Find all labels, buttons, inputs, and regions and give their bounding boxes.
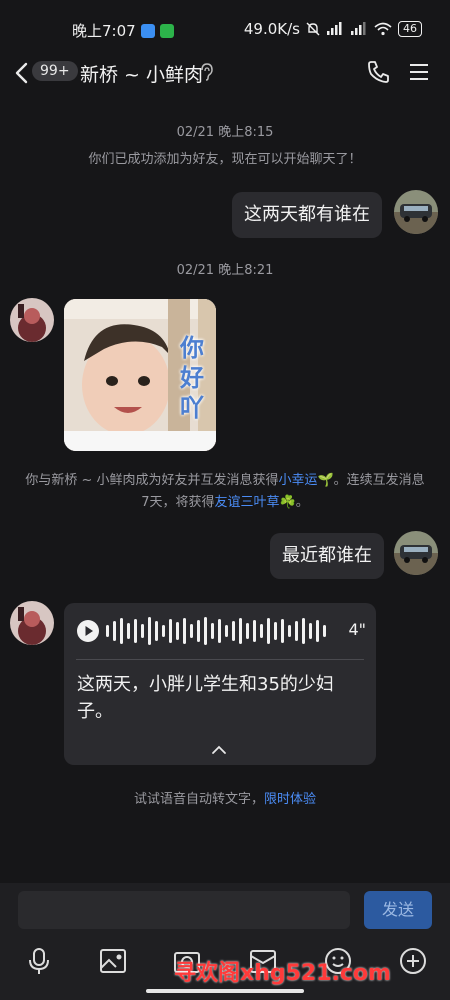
voice-duration: 4" <box>348 620 366 639</box>
gallery-app-icon <box>140 23 155 38</box>
message-input[interactable] <box>18 891 350 929</box>
unread-badge[interactable]: 99+ <box>32 61 78 81</box>
voice-message[interactable]: 4" 这两天，小胖儿学生和35的少妇子。 <box>64 603 376 765</box>
chat-title: 新桥 ~ 小鲜肉 <box>80 64 203 86</box>
my-avatar[interactable] <box>394 190 438 234</box>
message-bubble-outgoing[interactable]: 这两天都有谁在 <box>232 192 382 238</box>
sticker-image[interactable]: 你好吖 <box>64 299 216 451</box>
chat-header: 99+ 新桥 ~ 小鲜肉 <box>0 52 450 98</box>
sticker-text: 你好吖 <box>180 334 204 422</box>
wifi-icon <box>374 22 392 36</box>
status-right: 49.0K/s 46 <box>244 20 422 38</box>
friendship-clover-link[interactable]: 友谊三叶草☘️ <box>215 495 296 510</box>
message-bubble-outgoing[interactable]: 最近都谁在 <box>270 533 384 579</box>
little-luck-link[interactable]: 小幸运🌱 <box>278 473 333 488</box>
mute-icon <box>306 22 320 36</box>
mic-icon[interactable] <box>24 946 54 976</box>
watermark: 寻欢阁xhg521.com <box>174 961 391 986</box>
trial-link[interactable]: 限时体验 <box>264 792 316 807</box>
image-icon[interactable] <box>98 946 128 976</box>
ear-icon <box>201 63 213 81</box>
my-avatar[interactable] <box>394 531 438 575</box>
timestamp: 02/21 晚上8:21 <box>176 263 274 278</box>
waveform-icon <box>106 617 326 645</box>
status-left: 晚上7:07 <box>72 20 174 41</box>
wechat-app-icon <box>159 23 174 38</box>
plus-icon[interactable] <box>398 946 428 976</box>
phone-icon[interactable] <box>366 59 392 85</box>
play-icon[interactable] <box>76 619 100 643</box>
voice-divider <box>76 659 364 660</box>
contact-avatar[interactable] <box>10 298 54 342</box>
menu-icon[interactable] <box>408 61 430 83</box>
system-message-streak: 你与新桥 ~ 小鲜肉成为好友并互发消息获得小幸运🌱。连续互发消息7天，将获得友谊… <box>25 473 425 510</box>
home-indicator[interactable] <box>146 989 304 993</box>
battery-indicator: 46 <box>398 21 422 37</box>
voice-transcript: 这两天，小胖儿学生和35的少妇子。 <box>77 674 334 722</box>
network-speed: 49.0K/s <box>243 20 300 38</box>
signal-icon <box>327 22 342 35</box>
contact-avatar[interactable] <box>10 601 54 645</box>
system-message-added: 你们已成功添加为好友，现在可以开始聊天了！ <box>88 152 362 167</box>
timestamp: 02/21 晚上8:15 <box>176 125 274 140</box>
transcribe-hint: 试试语音自动转文字，限时体验 <box>133 792 317 807</box>
collapse-icon[interactable] <box>211 743 227 755</box>
status-time: 晚上7:07 <box>72 22 136 40</box>
status-bar: 晚上7:07 49.0K/s 46 <box>0 0 450 60</box>
signal-icon-2 <box>351 22 366 35</box>
send-button[interactable]: 发送 <box>364 891 432 929</box>
